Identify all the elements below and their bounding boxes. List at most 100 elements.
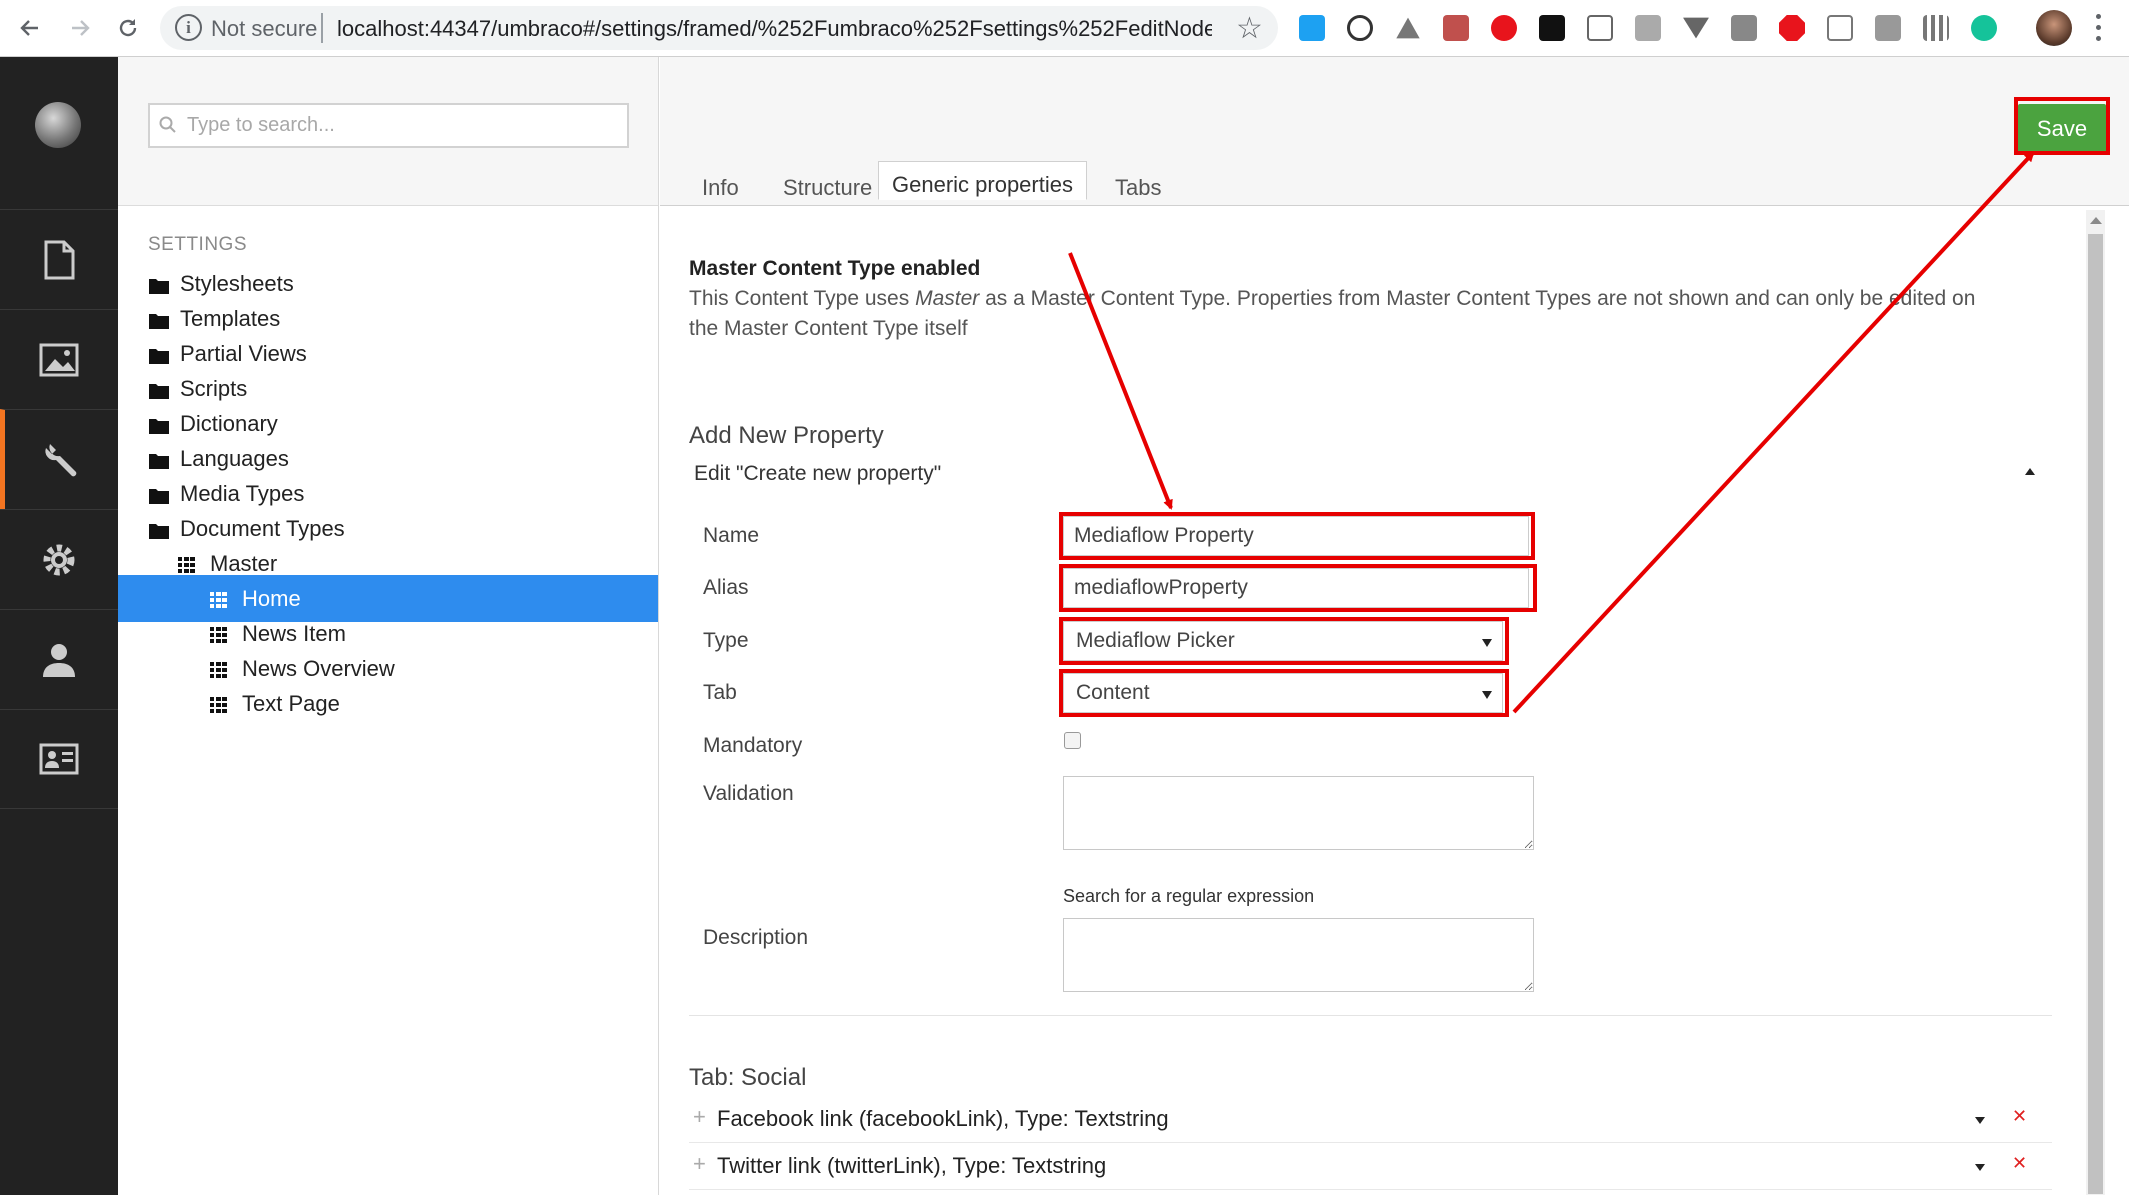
drag-handle-icon[interactable]: + — [693, 1104, 706, 1130]
type-select-value: Mediaflow Picker — [1076, 629, 1235, 652]
tree-item-label: Dictionary — [180, 411, 278, 436]
description-label: Description — [703, 926, 809, 949]
tab-select-value: Content — [1076, 681, 1150, 704]
folder-icon — [148, 275, 170, 294]
section-media[interactable] — [0, 309, 118, 409]
delete-icon[interactable]: ✕ — [2012, 1106, 2027, 1127]
tree-search-box[interactable] — [148, 103, 629, 148]
drag-handle-icon[interactable]: + — [693, 1151, 706, 1177]
tree-item-label: Templates — [180, 306, 281, 331]
master-notice-line2: the Master Content Type itself — [689, 317, 968, 340]
name-label: Name — [703, 524, 760, 547]
tree-search-input[interactable] — [187, 110, 617, 140]
json-extension-icon[interactable] — [1587, 15, 1613, 41]
scroll-up-arrow-icon[interactable] — [2090, 217, 2102, 224]
doctype-icon — [210, 590, 232, 608]
folder-icon — [148, 450, 170, 469]
type-select[interactable]: Mediaflow Picker — [1063, 621, 1503, 661]
editor-scrollbar[interactable] — [2086, 210, 2105, 1195]
expand-caret-icon[interactable] — [1975, 1117, 1985, 1124]
extension-icon[interactable] — [1299, 15, 1325, 41]
folder-icon — [148, 345, 170, 364]
tree-item[interactable]: Text Page — [118, 680, 658, 727]
grammarly-extension-icon[interactable] — [1971, 15, 1997, 41]
chevron-down-icon — [1482, 691, 1492, 699]
collapse-caret-icon[interactable] — [2025, 468, 2035, 475]
vue-extension-icon[interactable] — [1683, 17, 1709, 39]
section-divider — [689, 1015, 2052, 1016]
add-property-heading: Add New Property — [689, 422, 884, 449]
property-row[interactable]: + Twitter link (twitterLink), Type: Text… — [689, 1144, 2052, 1190]
edit-property-title[interactable]: Edit "Create new property" — [694, 462, 941, 486]
property-row[interactable]: + Facebook link (facebookLink), Type: Te… — [689, 1097, 2052, 1143]
drive-extension-icon[interactable] — [1396, 17, 1420, 39]
k-extension-icon[interactable] — [1539, 15, 1565, 41]
browser-menu-icon[interactable] — [2096, 14, 2102, 44]
url-text[interactable]: localhost:44347/umbraco#/settings/framed… — [337, 16, 1212, 42]
search-icon — [159, 116, 176, 133]
adblock-extension-icon[interactable] — [1779, 15, 1805, 41]
forward-arrow-icon[interactable] — [62, 10, 98, 46]
password-extension-icon[interactable] — [1347, 15, 1373, 41]
user-avatar[interactable] — [35, 102, 81, 148]
folder-icon — [148, 380, 170, 399]
social-tab-heading: Tab: Social — [689, 1064, 807, 1091]
expand-caret-icon[interactable] — [1975, 1164, 1985, 1171]
section-settings[interactable] — [0, 409, 118, 509]
close-extension-icon[interactable] — [1875, 15, 1901, 41]
tree-item-label: Stylesheets — [180, 271, 294, 296]
bars-extension-icon[interactable] — [1923, 15, 1949, 41]
chevron-down-icon — [1482, 639, 1492, 647]
browser-toolbar: i Not secure localhost:44347/umbraco#/se… — [0, 0, 2129, 57]
doctype-icon — [178, 555, 200, 573]
tab-structure[interactable]: Structure — [770, 169, 885, 207]
name-input[interactable] — [1063, 516, 1529, 556]
section-content[interactable] — [0, 209, 118, 309]
camera-extension-icon[interactable] — [1731, 15, 1757, 41]
section-users[interactable] — [0, 609, 118, 709]
ruler-extension-icon[interactable] — [1827, 15, 1853, 41]
tab-tabs[interactable]: Tabs — [1102, 169, 1174, 207]
section-members[interactable] — [0, 709, 118, 809]
doctype-icon — [210, 625, 232, 643]
tree-item-label: Media Types — [180, 481, 305, 506]
folder-icon — [148, 415, 170, 434]
alias-label: Alias — [703, 576, 749, 599]
back-arrow-icon[interactable] — [12, 10, 48, 46]
property-row-label: Twitter link (twitterLink), Type: Textst… — [717, 1153, 1107, 1178]
editor-panel: Save Info Structure Generic properties T… — [660, 57, 2129, 1195]
regex-search-link[interactable]: Search for a regular expression — [1063, 886, 1314, 907]
folder-icon — [148, 310, 170, 329]
scrollbar-thumb[interactable] — [2088, 234, 2103, 1194]
info-icon[interactable]: i — [175, 14, 202, 41]
tab-select[interactable]: Content — [1063, 673, 1503, 713]
not-secure-label: Not secure — [211, 16, 318, 41]
type-label: Type — [703, 629, 749, 652]
profile-avatar[interactable] — [2036, 10, 2072, 46]
tree-section-label: SETTINGS — [148, 234, 248, 255]
editor-header: Save Info Structure Generic properties T… — [660, 57, 2129, 206]
image-icon — [39, 343, 79, 376]
validation-textarea[interactable] — [1063, 776, 1534, 850]
tab-generic-properties[interactable]: Generic properties — [878, 161, 1087, 200]
tab-info[interactable]: Info — [689, 169, 752, 207]
section-developer[interactable] — [0, 509, 118, 609]
url-separator — [321, 13, 323, 43]
code-extension-icon[interactable] — [1635, 15, 1661, 41]
section-sidebar — [0, 57, 118, 1195]
bookmark-star-icon[interactable]: ☆ — [1236, 11, 1263, 46]
pdf-extension-icon[interactable] — [1443, 15, 1469, 41]
user-icon — [43, 643, 75, 677]
master-notice-title: Master Content Type enabled — [689, 257, 981, 280]
tree-header — [118, 57, 658, 206]
power-extension-icon[interactable] — [1491, 15, 1517, 41]
doctype-icon — [210, 660, 232, 678]
save-button[interactable]: Save — [2018, 104, 2106, 154]
description-textarea[interactable] — [1063, 918, 1534, 992]
tree-item-label: Partial Views — [180, 341, 307, 366]
mandatory-label: Mandatory — [703, 734, 803, 757]
delete-icon[interactable]: ✕ — [2012, 1153, 2027, 1174]
alias-input[interactable] — [1063, 568, 1529, 608]
reload-icon[interactable] — [110, 10, 146, 46]
mandatory-checkbox[interactable] — [1064, 732, 1081, 749]
